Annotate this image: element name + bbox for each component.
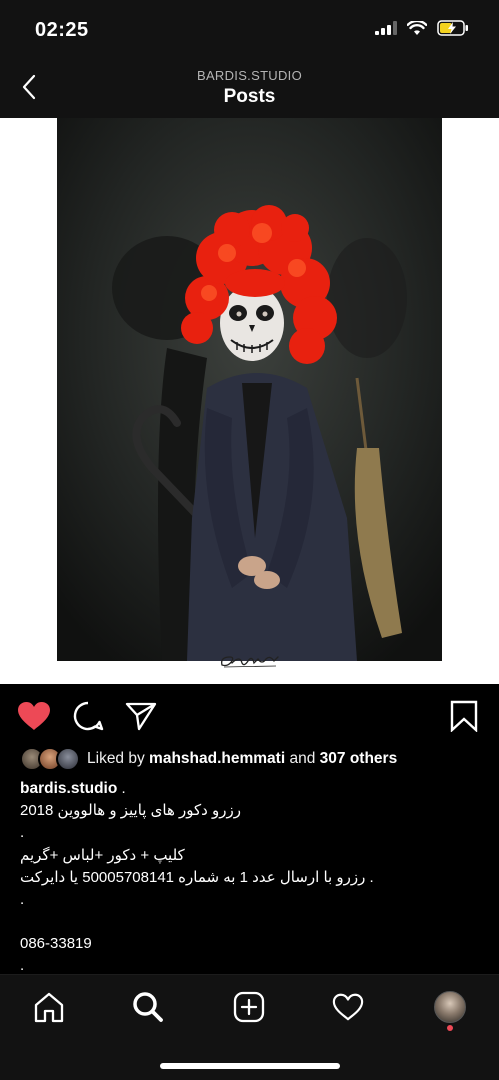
comment-button[interactable] [70, 698, 106, 734]
caption-phone[interactable]: 086-33819 [20, 933, 480, 955]
caption-username-suffix: . [117, 780, 126, 797]
notification-dot [447, 1025, 453, 1031]
caption-header: bardis.studio . [20, 778, 480, 800]
status-time: 02:25 [35, 19, 89, 41]
status-icons [375, 20, 469, 36]
post-action-bar [0, 684, 499, 746]
tab-profile[interactable] [428, 985, 472, 1029]
account-name: BARDIS.STUDIO [196, 68, 303, 83]
status-bar: 02:25 [0, 0, 499, 60]
battery-charging-icon [437, 20, 468, 36]
comment-icon [73, 701, 104, 731]
caption-line: رزرو دکور های پاییز و هالووین 2018 [20, 802, 241, 820]
caption-line [20, 911, 480, 933]
nav-header: BARDIS.STUDIO Posts [0, 60, 499, 118]
likes-summary[interactable]: Liked by mahshad.hemmati and 307 others [20, 746, 397, 772]
heart-filled-icon [18, 702, 50, 730]
profile-avatar [434, 991, 466, 1023]
save-button[interactable] [446, 698, 482, 734]
halloween-child-illustration [57, 118, 442, 661]
tab-new-post[interactable] [227, 985, 271, 1029]
caption-line: . رزرو با ارسال عدد 1 به شماره 500057081… [20, 868, 374, 886]
new-post-icon [233, 991, 265, 1023]
tab-activity[interactable] [326, 985, 370, 1029]
like-button[interactable] [16, 698, 52, 734]
likes-text: Liked by mahshad.hemmati and 307 others [87, 750, 397, 768]
likes-conj: and [289, 750, 316, 767]
page-title: Posts [223, 86, 276, 107]
caption-username[interactable]: bardis.studio [20, 780, 117, 797]
wifi-icon [407, 20, 427, 35]
post-image[interactable] [0, 118, 499, 684]
liker-username[interactable]: mahshad.hemmati [149, 750, 285, 767]
likes-prefix: Liked by [87, 750, 145, 767]
bookmark-icon [450, 700, 478, 732]
caption-line: کلیپ + دکور +لباس +گریم [20, 846, 185, 864]
photographer-signature-logo [221, 656, 279, 668]
share-button[interactable] [123, 698, 159, 734]
tab-home[interactable] [27, 985, 71, 1029]
search-icon [133, 992, 163, 1022]
activity-heart-icon [332, 993, 364, 1021]
caption-line: . [20, 824, 25, 842]
liker-avatars [20, 746, 82, 772]
home-icon [34, 992, 64, 1023]
tab-search[interactable] [126, 985, 170, 1029]
avatar [56, 747, 80, 771]
post-photo [57, 118, 442, 661]
likes-others[interactable]: 307 others [320, 750, 398, 767]
signal-icon [375, 21, 397, 35]
paper-plane-icon [125, 702, 157, 731]
home-indicator[interactable] [160, 1063, 340, 1069]
post-caption: bardis.studio . رزرو دکور های پاییز و ها… [20, 778, 480, 978]
caption-line: . [20, 891, 25, 909]
